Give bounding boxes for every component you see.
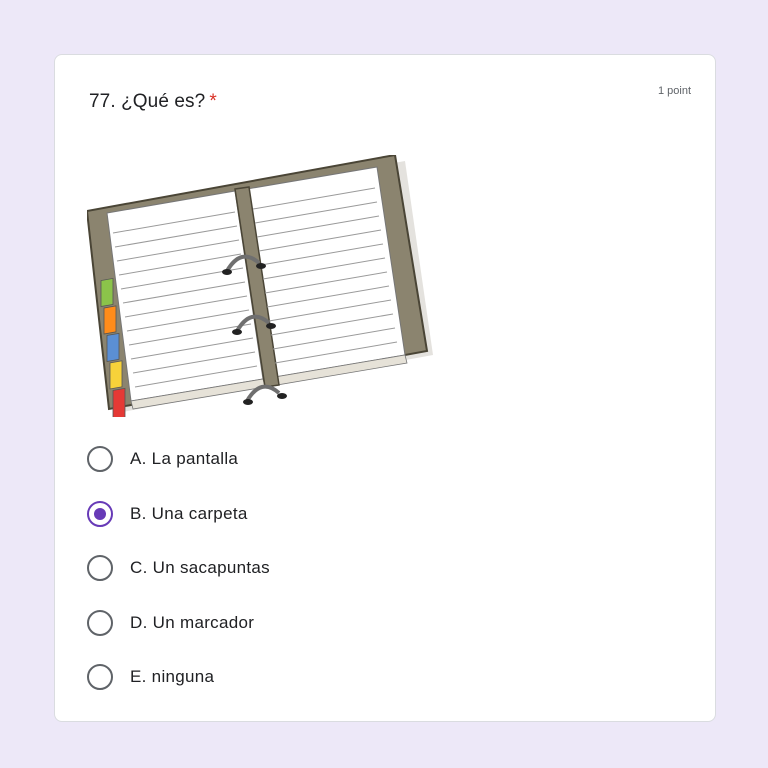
radio-button-d[interactable] xyxy=(87,609,113,636)
option-b[interactable]: B. Una carpeta xyxy=(87,487,687,542)
option-a[interactable]: A. La pantalla xyxy=(87,432,687,487)
required-asterisk: * xyxy=(209,91,217,112)
option-e[interactable]: E. ninguna xyxy=(87,650,687,705)
option-d[interactable]: D. Un marcador xyxy=(87,596,687,651)
radio-button-e[interactable] xyxy=(87,664,113,691)
option-a-label: A. La pantalla xyxy=(130,449,239,469)
option-e-label: E. ninguna xyxy=(130,667,215,687)
option-c-label: C. Un sacapuntas xyxy=(130,558,270,578)
option-c[interactable]: C. Un sacapuntas xyxy=(87,541,687,596)
radio-button-a[interactable] xyxy=(87,446,113,473)
radio-button-c[interactable] xyxy=(87,555,113,582)
answer-options: A. La pantalla B. Una carpeta C. Un saca… xyxy=(87,432,687,705)
planner-notebook-illustration xyxy=(85,153,433,427)
radio-button-b-selected[interactable] xyxy=(87,500,113,527)
option-b-label: B. Una carpeta xyxy=(130,503,248,523)
option-d-label: D. Un marcador xyxy=(130,612,255,632)
question-image xyxy=(85,153,439,427)
points-label: 1 point xyxy=(657,85,691,97)
question-card: 77. ¿Qué es? * 1 point A. La pantalla B.… xyxy=(54,54,716,722)
question-text: 77. ¿Qué es? xyxy=(89,91,206,112)
question-title: 77. ¿Qué es? * xyxy=(89,91,217,113)
